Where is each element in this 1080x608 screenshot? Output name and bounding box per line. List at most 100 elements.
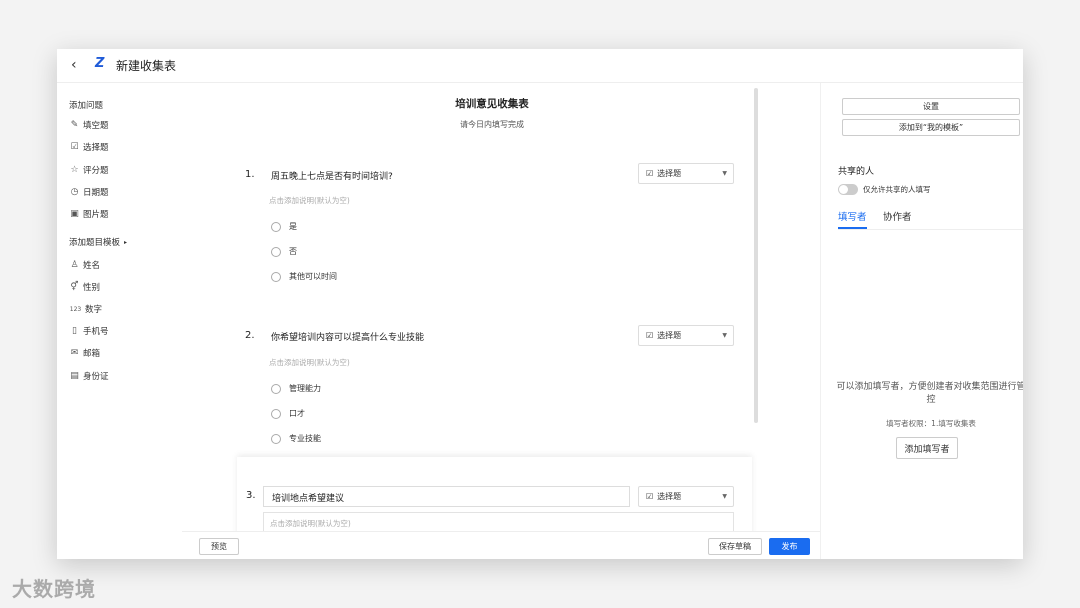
question-number: 1. <box>245 169 255 180</box>
sidebar-item-label: 手机号 <box>83 327 109 337</box>
tab-active-indicator <box>838 227 867 229</box>
question-text[interactable]: 你希望培训内容可以提高什么专业技能 <box>271 330 424 343</box>
form-subtitle[interactable]: 请今日内填写完成 <box>182 119 802 130</box>
section-add-template[interactable]: 添加题目模板 ▸ <box>69 235 127 249</box>
template-item-name[interactable]: ♙ 姓名 <box>69 258 100 272</box>
share-title: 共享的人 <box>838 167 875 177</box>
question-number: 2. <box>245 330 255 341</box>
toggle-label: 仅允许共享的人填写 <box>863 185 931 194</box>
template-item-mail[interactable]: ✉ 邮箱 <box>69 346 100 360</box>
question-sidebar: 添加问题 ✎ 填空题 ☑ 选择题 ☆ 评分题 ◷ 日期题 ▣ 图片题 添加题目模… <box>57 83 183 559</box>
sidebar-item-image[interactable]: ▣ 图片题 <box>69 207 109 221</box>
sidebar-item-fill[interactable]: ✎ 填空题 <box>69 118 109 132</box>
tab-collaborators[interactable]: 协作者 <box>883 209 912 223</box>
template-item-gender[interactable]: ⚥ 性别 <box>69 280 100 294</box>
bottom-toolbar: 预览 保存草稿 发布 <box>182 531 820 559</box>
checkbox-icon: ☑ <box>646 492 654 501</box>
preview-button[interactable]: 预览 <box>199 538 239 555</box>
question-type-label: 选择题 <box>657 331 682 340</box>
checkbox-icon: ☑ <box>646 331 654 340</box>
app-logo: Z <box>95 56 105 71</box>
sidebar-item-label: 填空题 <box>83 121 109 131</box>
radio-icon <box>271 383 281 394</box>
radio-icon <box>271 408 281 419</box>
save-draft-button[interactable]: 保存草稿 <box>708 538 762 555</box>
question-number: 3. <box>246 490 256 501</box>
option-item[interactable]: 是 <box>271 221 297 232</box>
gender-icon: ⚥ <box>70 282 79 292</box>
add-to-template-button[interactable]: 添加到“我的模板” <box>842 119 1020 136</box>
watermark-logo: 大数跨境 <box>12 573 96 602</box>
form-title[interactable]: 培训意见收集表 <box>182 96 802 111</box>
phone-icon: ▯ <box>72 326 77 336</box>
option-label: 否 <box>289 247 297 256</box>
add-filler-button[interactable]: 添加填写者 <box>896 437 958 459</box>
template-item-number[interactable]: 123 数字 <box>69 302 102 316</box>
section-template-label: 添加题目模板 <box>69 238 121 248</box>
empty-state-text: 可以添加填写者，方便创建者对收集范围进行管控 <box>836 382 1023 405</box>
permission-text: 填写者权限：1.填写收集表 <box>886 419 976 428</box>
page-title: 新建收集表 <box>116 59 177 73</box>
option-label: 专业技能 <box>289 434 321 443</box>
template-item-idcard[interactable]: ▤ 身份证 <box>69 369 109 383</box>
question-type-label: 选择题 <box>657 492 682 501</box>
radio-icon <box>271 221 281 232</box>
caret-down-icon: ▼ <box>722 493 727 500</box>
tab-divider <box>838 229 1023 230</box>
option-label: 是 <box>289 222 297 231</box>
sidebar-item-label: 日期题 <box>83 188 109 198</box>
question-hint[interactable]: 点击添加说明(默认为空) <box>269 195 350 206</box>
sidebar-item-label: 图片题 <box>83 210 109 220</box>
id-card-icon: ▤ <box>70 371 79 381</box>
question-text-input[interactable]: 培训地点希望建议 <box>263 486 630 507</box>
caret-down-icon: ▼ <box>722 170 727 177</box>
tab-fillers[interactable]: 填写者 <box>838 209 867 223</box>
question-type-select[interactable]: ☑ 选择题 ▼ <box>638 486 734 507</box>
question-text[interactable]: 周五晚上七点是否有时间培训? <box>271 169 393 182</box>
sidebar-item-rating[interactable]: ☆ 评分题 <box>69 163 108 177</box>
image-icon: ▣ <box>70 209 79 219</box>
template-item-phone[interactable]: ▯ 手机号 <box>69 324 109 338</box>
option-item[interactable]: 专业技能 <box>271 433 321 444</box>
settings-button[interactable]: 设置 <box>842 98 1020 115</box>
back-arrow-icon[interactable]: ‹ <box>71 57 77 73</box>
checkbox-icon: ☑ <box>646 169 654 178</box>
question-hint-input[interactable]: 点击添加说明(默认为空) <box>263 512 734 532</box>
radio-icon <box>271 271 281 282</box>
number-icon: 123 <box>69 305 82 313</box>
option-label: 管理能力 <box>289 384 321 393</box>
sidebar-item-label: 数字 <box>85 305 103 315</box>
user-icon: ♙ <box>70 260 79 270</box>
caret-right-icon: ▸ <box>124 238 128 246</box>
mail-icon: ✉ <box>70 348 79 358</box>
option-item[interactable]: 其他可以时间 <box>271 271 337 282</box>
star-icon: ☆ <box>70 165 79 175</box>
sidebar-item-label: 邮箱 <box>83 349 101 359</box>
sidebar-item-date[interactable]: ◷ 日期题 <box>69 185 109 199</box>
checkbox-icon: ☑ <box>70 142 79 152</box>
option-item[interactable]: 口才 <box>271 408 305 419</box>
option-item[interactable]: 否 <box>271 246 297 257</box>
app-window: ‹ Z 新建收集表 添加问题 ✎ 填空题 ☑ 选择题 ☆ 评分题 ◷ 日期题 ▣… <box>57 49 1023 559</box>
sidebar-item-label: 姓名 <box>83 261 101 271</box>
question-hint[interactable]: 点击添加说明(默认为空) <box>269 357 350 368</box>
option-item[interactable]: 管理能力 <box>271 383 321 394</box>
radio-icon <box>271 246 281 257</box>
pencil-icon: ✎ <box>70 120 79 130</box>
caret-down-icon: ▼ <box>722 332 727 339</box>
sidebar-item-label: 选择题 <box>83 143 109 153</box>
sidebar-item-label: 性别 <box>83 283 101 293</box>
question-type-select[interactable]: ☑ 选择题 ▼ <box>638 163 734 184</box>
sidebar-item-choice[interactable]: ☑ 选择题 <box>69 140 109 154</box>
top-bar: ‹ Z 新建收集表 <box>57 49 1023 83</box>
radio-icon <box>271 433 281 444</box>
sidebar-item-label: 身份证 <box>83 372 109 382</box>
section-add-question: 添加问题 <box>69 101 104 111</box>
option-label: 其他可以时间 <box>289 272 337 281</box>
share-only-toggle[interactable] <box>838 184 858 195</box>
scrollbar[interactable] <box>754 88 758 423</box>
publish-button[interactable]: 发布 <box>769 538 810 555</box>
question-type-select[interactable]: ☑ 选择题 ▼ <box>638 325 734 346</box>
right-panel: 设置 添加到“我的模板” 共享的人 仅允许共享的人填写 填写者 协作者 可以添加… <box>820 83 1023 559</box>
option-label: 口才 <box>289 409 305 418</box>
